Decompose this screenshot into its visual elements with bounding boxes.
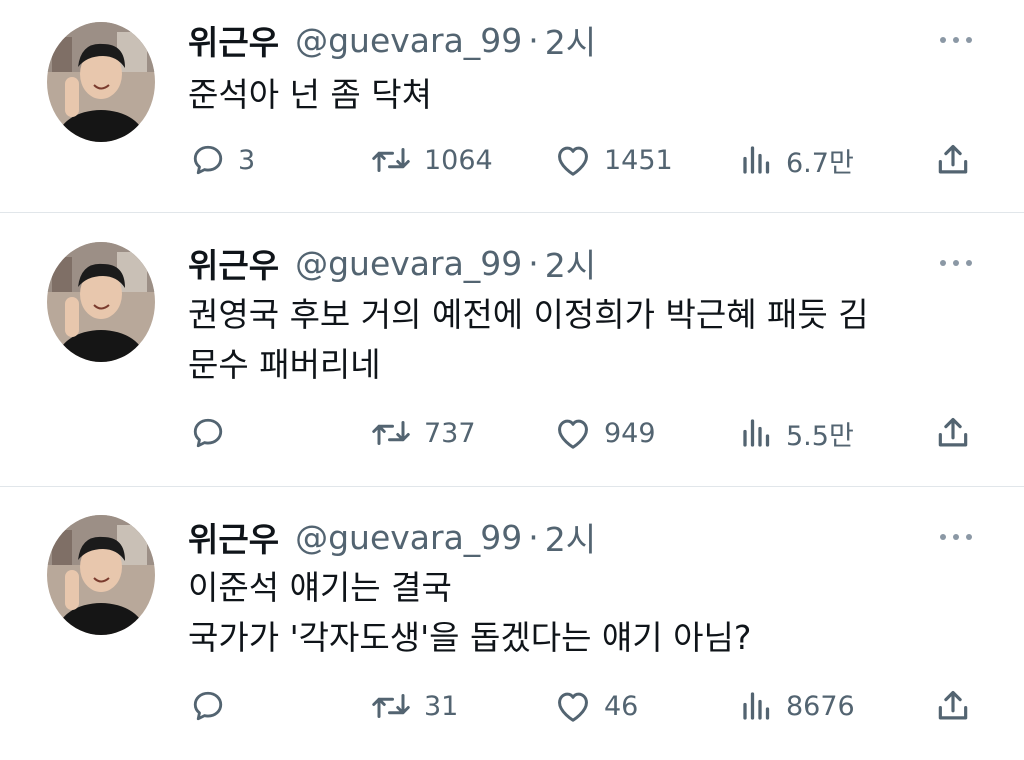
tweet-text-line: 권영국 후보 거의 예전에 이정희가 박근혜 패듯 김 [188,295,869,334]
more-icon[interactable] [936,30,976,50]
share-button[interactable] [934,684,972,728]
reply-icon [193,691,223,721]
tweet-text-line: 문수 패버리네 [188,345,381,384]
retweet-icon [372,694,410,718]
like-count: 949 [604,417,656,449]
tweet-text-line: 이준석 얘기는 결국 [188,568,452,607]
more-icon[interactable] [936,253,976,273]
views-icon [743,692,770,720]
like-count: 46 [604,690,639,722]
heart-icon [558,146,588,176]
retweet-button[interactable]: 31 [370,684,458,728]
heart-icon [558,692,588,722]
reply-button[interactable] [190,411,238,455]
like-button[interactable]: 1451 [554,138,673,182]
reply-icon [193,418,223,448]
share-icon [938,144,968,174]
timestamp[interactable]: 2시 [545,239,596,287]
more-icon[interactable] [936,527,976,547]
author-handle[interactable]: @guevara_99 [295,21,522,60]
like-count: 1451 [604,144,673,176]
tweet-header: 위근우 @guevara_99 · 2시 [188,239,596,287]
author-name[interactable]: 위근우 [188,513,279,561]
views-button[interactable]: 8676 [740,684,855,728]
avatar[interactable] [47,242,155,362]
author-name[interactable]: 위근우 [188,239,279,287]
tweet-header: 위근우 @guevara_99 · 2시 [188,513,596,561]
separator: · [528,243,539,283]
views-button[interactable]: 6.7만 [740,138,854,182]
retweet-icon [372,421,410,445]
author-handle[interactable]: @guevara_99 [295,244,522,283]
reply-button[interactable] [190,684,238,728]
views-count: 6.7만 [786,147,854,179]
tweet-text: 권영국 후보 거의 예전에 이정희가 박근혜 패듯 김 문수 패버리네 [188,290,869,390]
views-icon [743,146,770,174]
views-button[interactable]: 5.5만 [740,411,854,455]
tweet-text-line: 준석아 넌 좀 닥쳐 [188,75,432,114]
share-icon [938,417,968,447]
timestamp[interactable]: 2시 [545,16,596,64]
tweet[interactable]: 위근우 @guevara_99 · 2시 준석아 넌 좀 닥쳐 3 1064 1… [0,0,1024,213]
tweet-actions: 3 1064 1451 6.7만 [0,138,1024,182]
avatar[interactable] [47,22,155,142]
like-button[interactable]: 949 [554,411,656,455]
separator: · [528,20,539,60]
tweet-text: 준석아 넌 좀 닥쳐 [188,70,432,120]
share-button[interactable] [934,411,972,455]
author-name[interactable]: 위근우 [188,16,279,64]
retweet-count: 31 [424,690,459,722]
reply-icon [193,145,223,175]
tweet[interactable]: 위근우 @guevara_99 · 2시 이준석 얘기는 결국 국가가 '각자도… [0,487,1024,760]
tweet-feed: 위근우 @guevara_99 · 2시 준석아 넌 좀 닥쳐 3 1064 1… [0,0,1024,760]
retweet-count: 737 [424,417,476,449]
retweet-button[interactable]: 1064 [370,138,493,182]
reply-button[interactable]: 3 [190,138,255,182]
share-icon [938,690,968,720]
tweet-actions: 31 46 8676 [0,684,1024,728]
tweet-header: 위근우 @guevara_99 · 2시 [188,16,596,64]
separator: · [528,517,539,557]
heart-icon [558,419,588,449]
share-button[interactable] [934,138,972,182]
views-count: 8676 [786,690,855,722]
retweet-icon [372,148,410,172]
views-icon [743,419,770,447]
like-button[interactable]: 46 [554,684,638,728]
tweet[interactable]: 위근우 @guevara_99 · 2시 권영국 후보 거의 예전에 이정희가 … [0,213,1024,487]
avatar[interactable] [47,515,155,635]
reply-count: 3 [238,144,256,176]
tweet-text: 이준석 얘기는 결국 국가가 '각자도생'을 돕겠다는 얘기 아님? [188,563,751,663]
retweet-count: 1064 [424,144,493,176]
tweet-text-line: 국가가 '각자도생'을 돕겠다는 얘기 아님? [188,618,752,657]
retweet-button[interactable]: 737 [370,411,476,455]
views-count: 5.5만 [786,420,854,452]
author-handle[interactable]: @guevara_99 [295,518,522,557]
timestamp[interactable]: 2시 [545,513,596,561]
tweet-actions: 737 949 5.5만 [0,411,1024,455]
